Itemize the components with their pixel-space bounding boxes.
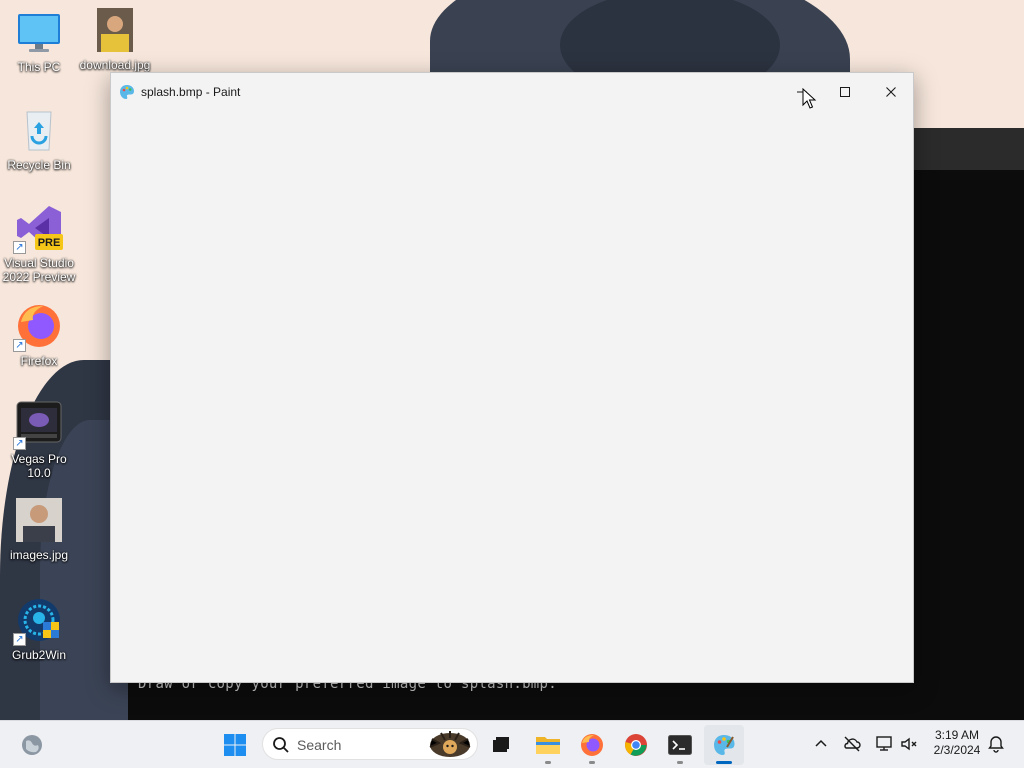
desktop-icon-images-jpg[interactable]: images.jpg bbox=[0, 496, 78, 562]
windows-logo-icon bbox=[224, 734, 246, 756]
taskbar-clock[interactable]: 3:19 AM 2/3/2024 bbox=[928, 728, 986, 758]
image-thumbnail-icon bbox=[91, 6, 139, 54]
task-view-icon bbox=[493, 737, 509, 752]
shortcut-arrow-icon: ↗ bbox=[13, 437, 26, 450]
desktop-icon-firefox[interactable]: ↗ Firefox bbox=[0, 302, 78, 368]
desktop-icon-label: download.jpg bbox=[79, 58, 151, 72]
grub2win-icon: ↗ bbox=[13, 596, 63, 646]
taskbar-search-box[interactable]: Search bbox=[262, 728, 478, 760]
desktop-icon-label: Vegas Pro 10.0 bbox=[11, 452, 67, 480]
maximize-button[interactable] bbox=[822, 73, 868, 111]
firefox-icon: ↗ bbox=[13, 302, 63, 352]
taskbar-app-paint[interactable] bbox=[704, 725, 744, 765]
vegas-pro-icon: ↗ bbox=[13, 400, 63, 450]
clock-date: 2/3/2024 bbox=[933, 743, 981, 757]
taskbar-app-file-explorer[interactable] bbox=[528, 725, 568, 765]
taskbar-app-firefox[interactable] bbox=[572, 725, 612, 765]
search-placeholder: Search bbox=[297, 737, 342, 753]
shortcut-arrow-icon: ↗ bbox=[13, 241, 26, 254]
running-indicator bbox=[589, 761, 595, 764]
desktop-icon-label: Firefox bbox=[20, 354, 58, 368]
shortcut-arrow-icon: ↗ bbox=[13, 339, 26, 352]
running-indicator bbox=[677, 761, 683, 764]
search-icon bbox=[273, 737, 289, 753]
window-title: splash.bmp - Paint bbox=[141, 85, 241, 99]
firefox-icon bbox=[581, 734, 603, 756]
widgets-button[interactable] bbox=[12, 725, 52, 765]
terminal-icon bbox=[668, 735, 692, 755]
task-view-button[interactable] bbox=[481, 725, 521, 765]
desktop-icon-vegas-pro[interactable]: ↗ Vegas Pro 10.0 bbox=[0, 400, 78, 480]
widgets-globe-icon bbox=[22, 735, 42, 755]
desktop-icon-visual-studio[interactable]: PRE ↗ Visual Studio 2022 Preview bbox=[0, 204, 78, 284]
taskbar-app-chrome[interactable] bbox=[616, 725, 656, 765]
recycle-bin-icon bbox=[15, 106, 63, 154]
desktop-icon-label: Recycle Bin bbox=[7, 158, 71, 172]
desktop-icon-download-jpg[interactable]: download.jpg bbox=[76, 6, 154, 72]
preview-badge: PRE bbox=[38, 237, 61, 249]
monitor-icon bbox=[15, 8, 63, 56]
taskbar bbox=[0, 720, 1024, 768]
close-icon bbox=[886, 87, 896, 97]
paint-workspace[interactable] bbox=[111, 113, 913, 682]
active-indicator bbox=[716, 761, 732, 764]
mouse-cursor-icon bbox=[802, 88, 817, 109]
desktop-icon-this-pc[interactable]: This PC bbox=[0, 8, 78, 74]
desktop-icon-recycle-bin[interactable]: Recycle Bin bbox=[0, 106, 78, 172]
search-highlight-icon bbox=[429, 731, 471, 757]
desktop-icon-grub2win[interactable]: ↗ Grub2Win bbox=[0, 596, 78, 662]
desktop-icon-label: images.jpg bbox=[9, 548, 69, 562]
maximize-icon bbox=[840, 87, 850, 97]
visual-studio-icon: PRE ↗ bbox=[13, 204, 63, 254]
desktop-icon-label: Visual Studio 2022 Preview bbox=[2, 256, 76, 284]
folder-icon bbox=[536, 737, 560, 754]
start-button[interactable] bbox=[215, 725, 255, 765]
paint-palette-icon bbox=[119, 84, 135, 100]
shortcut-arrow-icon: ↗ bbox=[13, 633, 26, 646]
close-button[interactable] bbox=[868, 73, 914, 111]
desktop-icon-label: This PC bbox=[17, 60, 61, 74]
chrome-icon bbox=[625, 734, 647, 756]
paint-titlebar[interactable]: splash.bmp - Paint bbox=[111, 73, 913, 113]
taskbar-app-terminal[interactable] bbox=[660, 725, 700, 765]
desktop-icon-label: Grub2Win bbox=[11, 648, 67, 662]
clock-time: 3:19 AM bbox=[934, 728, 980, 742]
paint-window[interactable]: splash.bmp - Paint bbox=[110, 72, 914, 683]
image-thumbnail-icon bbox=[15, 496, 63, 544]
running-indicator bbox=[545, 761, 551, 764]
paint-icon bbox=[714, 735, 735, 755]
